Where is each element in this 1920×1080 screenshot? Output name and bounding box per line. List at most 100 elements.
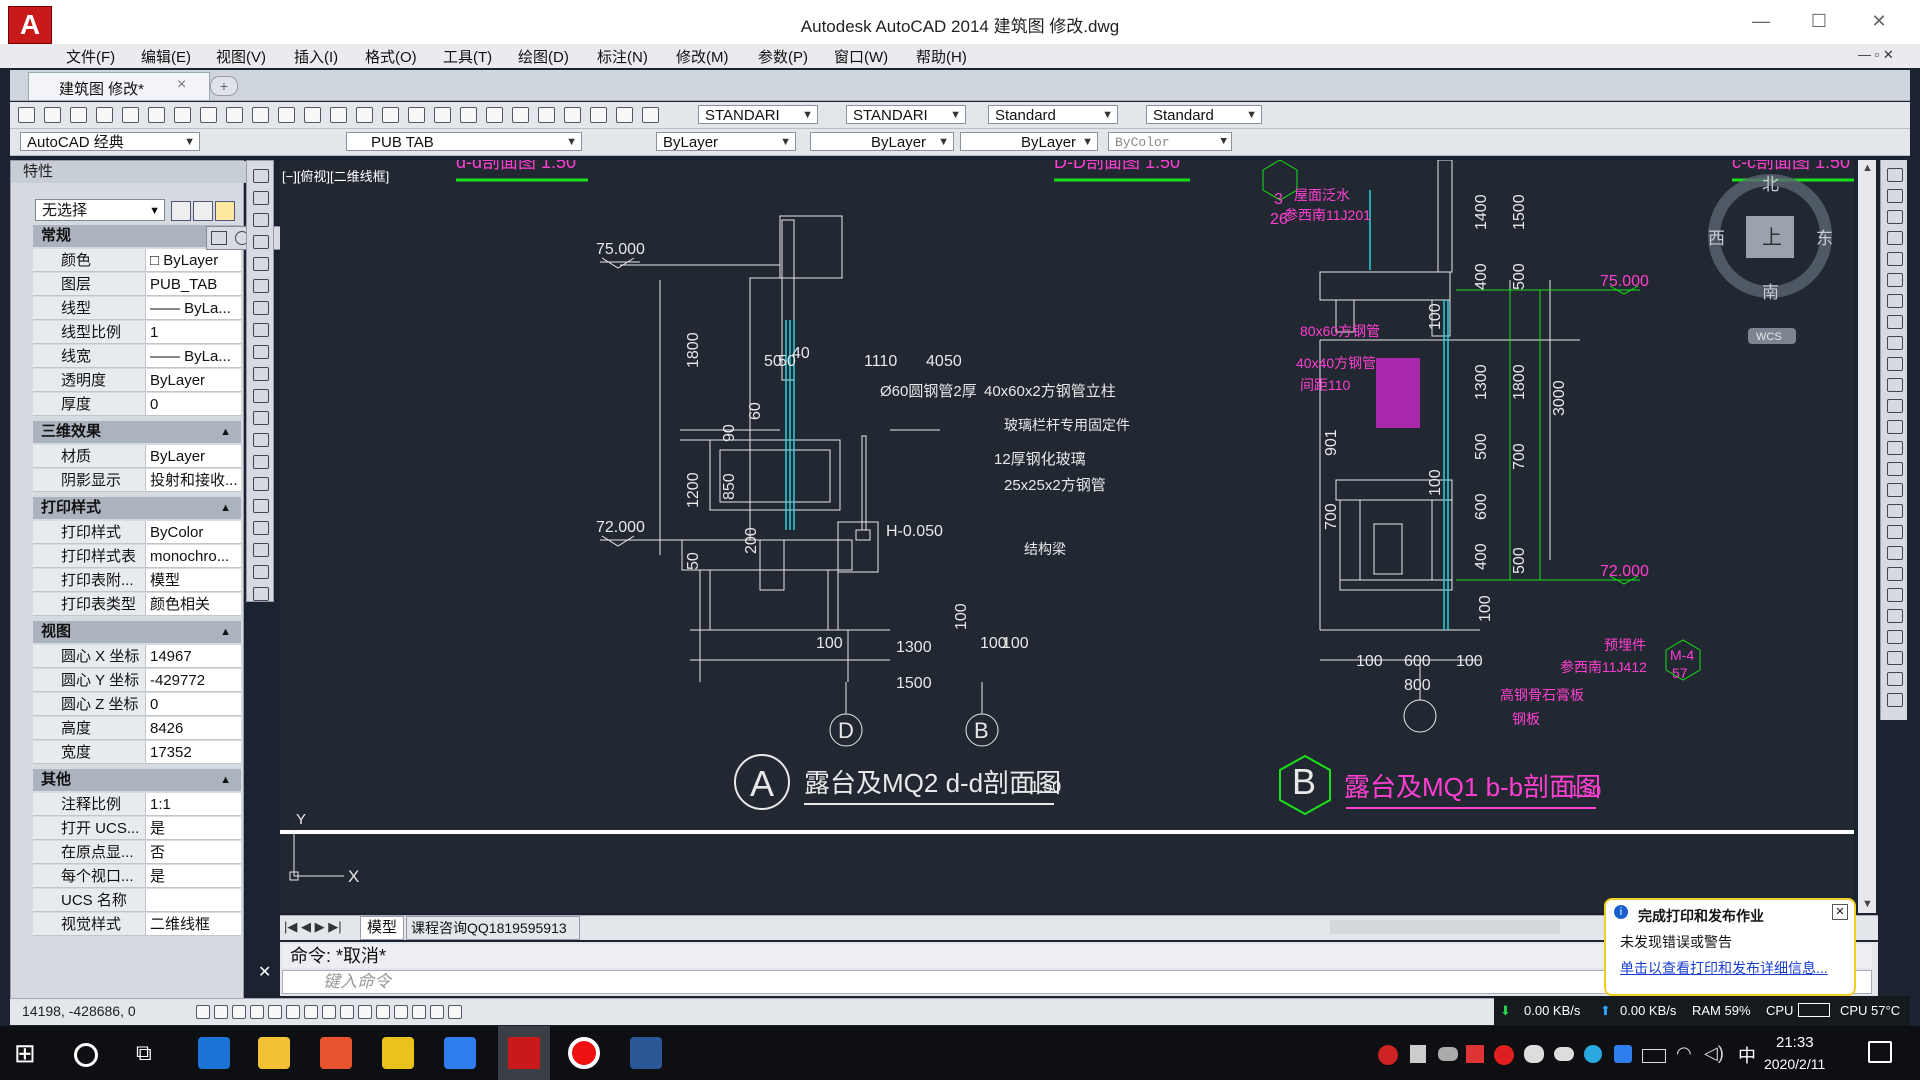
polygon-icon[interactable] xyxy=(253,235,269,249)
viewcube-south[interactable]: 南 xyxy=(1762,283,1779,302)
color-combo[interactable]: ByLayer ▼ xyxy=(656,132,796,151)
lwt-toggle-icon[interactable] xyxy=(376,1005,390,1019)
property-row[interactable]: 高度 8426 xyxy=(33,717,241,741)
property-value[interactable]: -429772 xyxy=(145,669,241,692)
publish-icon[interactable] xyxy=(148,107,165,123)
menu-view[interactable]: 视图(V) xyxy=(216,46,266,67)
property-value[interactable]: ByColor xyxy=(145,521,241,544)
tray-input-method[interactable]: 中 xyxy=(1738,1042,1756,1068)
erase-icon[interactable] xyxy=(1887,168,1903,182)
menu-insert[interactable]: 插入(I) xyxy=(294,46,338,67)
property-value[interactable]: monochro... xyxy=(145,545,241,568)
osnap-toggle-icon[interactable] xyxy=(286,1005,300,1019)
viewport-controls[interactable]: [−][俯视][二维线框] xyxy=(282,166,389,185)
property-value[interactable]: 1 xyxy=(145,321,241,344)
property-row[interactable]: 材质 ByLayer xyxy=(33,445,241,469)
property-row[interactable]: 透明度 ByLayer xyxy=(33,369,241,393)
property-row[interactable]: 宽度 17352 xyxy=(33,741,241,765)
menu-tools[interactable]: 工具(T) xyxy=(443,46,492,67)
match-icon[interactable] xyxy=(278,107,295,123)
am-toggle-icon[interactable] xyxy=(448,1005,462,1019)
notification-close-icon[interactable]: ✕ xyxy=(1832,904,1848,920)
collapse-icon[interactable]: ▲ xyxy=(220,497,231,519)
rotate-icon[interactable] xyxy=(1887,294,1903,308)
collapse-icon[interactable]: ▲ xyxy=(220,769,231,791)
property-value[interactable]: 1:1 xyxy=(145,793,241,816)
property-value[interactable] xyxy=(145,889,241,912)
plot-publish-notification[interactable]: i 完成打印和发布作业 ✕ 未发现错误或警告 单击以查看打印和发布详细信息... xyxy=(1604,898,1856,996)
menu-dimension[interactable]: 标注(N) xyxy=(597,46,648,67)
grid-toggle-icon[interactable] xyxy=(232,1005,246,1019)
task-view-icon[interactable]: ⧉ xyxy=(136,1037,168,1069)
edge-browser-icon[interactable] xyxy=(198,1037,230,1069)
id-icon[interactable] xyxy=(1887,588,1903,602)
tray-drive-icon[interactable] xyxy=(1438,1047,1458,1061)
notification-link[interactable]: 单击以查看打印和发布详细信息... xyxy=(1620,958,1828,978)
property-row[interactable]: 圆心 X 坐标 14967 xyxy=(33,645,241,669)
otrack-toggle-icon[interactable] xyxy=(322,1005,336,1019)
offset-icon[interactable] xyxy=(1887,231,1903,245)
plotstyle-combo[interactable]: ByColor ▼ xyxy=(1108,132,1232,151)
quick-select-icon[interactable] xyxy=(215,201,235,221)
trim-icon[interactable] xyxy=(1887,357,1903,371)
copy-object-icon[interactable] xyxy=(1887,189,1903,203)
property-value[interactable]: —— ByLa... xyxy=(145,345,241,368)
tray-volume-icon[interactable]: ◁) xyxy=(1704,1043,1724,1064)
sc-toggle-icon[interactable] xyxy=(430,1005,444,1019)
vertical-scrollbar[interactable]: ▲ ▼ xyxy=(1858,160,1876,913)
pan-icon[interactable] xyxy=(382,107,399,123)
zoom-previous-icon[interactable] xyxy=(460,107,477,123)
zoom-window-icon[interactable] xyxy=(434,107,451,123)
search-icon[interactable] xyxy=(74,1043,98,1067)
scroll-up-icon[interactable]: ▲ xyxy=(1862,162,1873,174)
property-value[interactable]: 0 xyxy=(145,393,241,416)
clock-time[interactable]: 21:33 xyxy=(1776,1034,1814,1051)
tray-wifi-icon[interactable]: ◠ xyxy=(1676,1043,1692,1064)
tray-app-icon[interactable] xyxy=(1466,1045,1484,1063)
sheetset-icon[interactable] xyxy=(564,107,581,123)
document-window-controls[interactable]: — ▫ ✕ xyxy=(1858,47,1894,63)
scale-icon[interactable] xyxy=(1887,315,1903,329)
property-value[interactable]: 否 xyxy=(145,841,241,864)
ellipse-arc-icon[interactable] xyxy=(253,389,269,403)
property-row[interactable]: 线宽 —— ByLa... xyxy=(33,345,241,369)
copy-icon[interactable] xyxy=(226,107,243,123)
scroll-down-icon[interactable]: ▼ xyxy=(1862,898,1873,910)
property-row[interactable]: 打印样式表 monochro... xyxy=(33,545,241,569)
viewcube-east[interactable]: 东 xyxy=(1816,229,1833,248)
horizontal-scrollbar[interactable] xyxy=(1330,920,1560,934)
text-front-icon[interactable] xyxy=(1887,672,1903,686)
property-value[interactable]: 二维线框 xyxy=(145,913,241,936)
save-icon[interactable] xyxy=(70,107,87,123)
gradient-icon[interactable] xyxy=(253,499,269,513)
polyline-icon[interactable] xyxy=(253,213,269,227)
toolpalettes-icon[interactable] xyxy=(538,107,555,123)
property-value[interactable]: PUB_TAB xyxy=(145,273,241,296)
drawing-canvas[interactable]: 75.000 72.000 1800 1200 850 60 90 50 200… xyxy=(280,160,1854,913)
move-icon[interactable] xyxy=(1887,273,1903,287)
property-row[interactable]: 打开 UCS... 是 xyxy=(33,817,241,841)
properties-section-header[interactable]: 其他 ▲ xyxy=(33,769,241,791)
property-row[interactable]: UCS 名称 xyxy=(33,889,241,913)
menu-modify[interactable]: 修改(M) xyxy=(676,46,729,67)
select-objects-icon[interactable] xyxy=(193,201,213,221)
markup-icon[interactable] xyxy=(590,107,607,123)
start-windows-icon[interactable]: ⊞ xyxy=(14,1037,46,1069)
property-row[interactable]: 圆心 Y 坐标 -429772 xyxy=(33,669,241,693)
viewcube-north[interactable]: 北 xyxy=(1762,175,1779,194)
chamfer-icon[interactable] xyxy=(1887,462,1903,476)
menu-draw[interactable]: 绘图(D) xyxy=(518,46,569,67)
tray-notes-icon[interactable] xyxy=(1614,1045,1632,1063)
infer-toggle-icon[interactable] xyxy=(196,1005,210,1019)
properties-icon[interactable] xyxy=(486,107,503,123)
redo-icon[interactable] xyxy=(356,107,373,123)
property-row[interactable]: 注释比例 1:1 xyxy=(33,793,241,817)
word-app-icon[interactable] xyxy=(630,1037,662,1069)
selection-combo[interactable]: 无选择 ▼ xyxy=(35,199,165,221)
property-row[interactable]: 在原点显... 否 xyxy=(33,841,241,865)
tray-wechat-icon[interactable] xyxy=(1524,1045,1544,1063)
help-icon[interactable] xyxy=(642,107,659,123)
property-value[interactable]: 投射和接收... xyxy=(145,469,241,492)
dist-icon[interactable] xyxy=(1887,525,1903,539)
property-row[interactable]: 厚度 0 xyxy=(33,393,241,417)
